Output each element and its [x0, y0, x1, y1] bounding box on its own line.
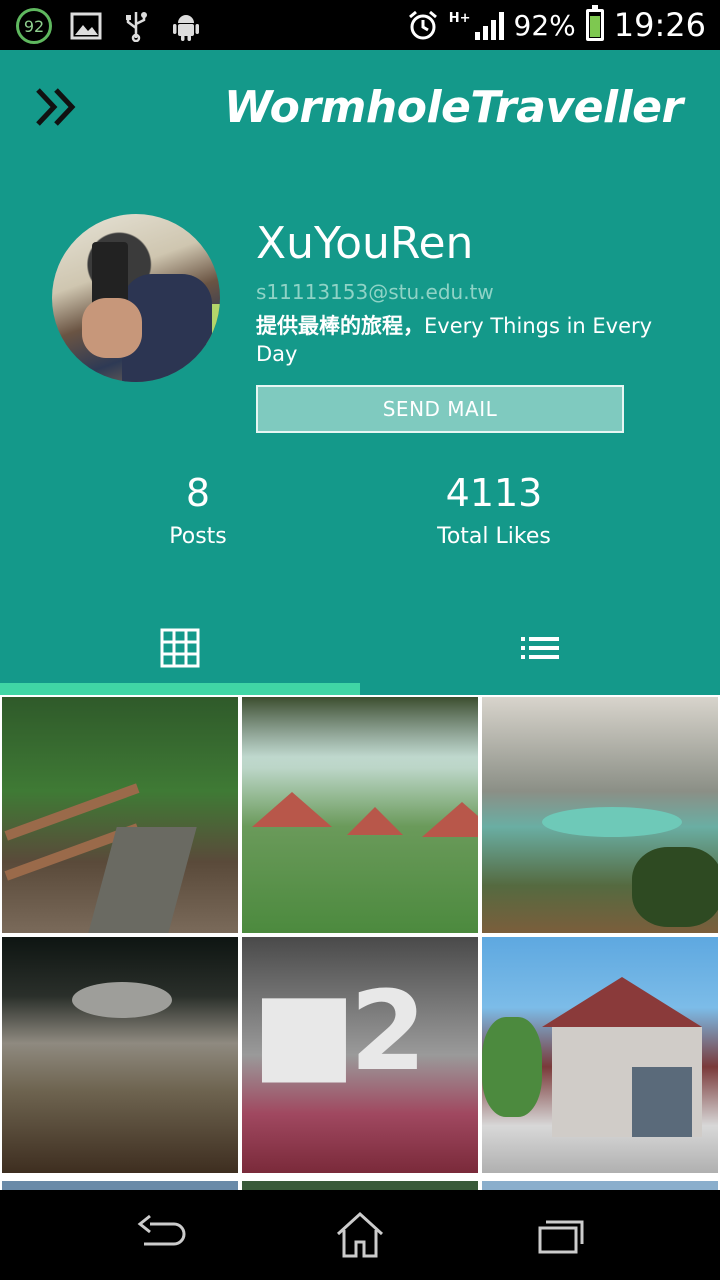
posts-label: Posts	[169, 524, 227, 549]
network-type: H+	[448, 11, 471, 26]
tab-indicator	[0, 683, 360, 695]
photo-partial-1[interactable]	[2, 1181, 238, 1190]
likes-label: Total Likes	[437, 524, 551, 549]
posts-count: 8	[185, 471, 211, 515]
photo-grid: ■2	[0, 695, 720, 1190]
system-nav-bar	[0, 1190, 720, 1280]
grid-icon	[160, 628, 200, 668]
stat-posts[interactable]: 8 Posts	[88, 470, 308, 549]
user-email[interactable]: s11113153@stu.edu.tw	[256, 280, 494, 304]
photo-partial-3[interactable]	[482, 1181, 718, 1190]
photo-garden-pavilions[interactable]	[242, 697, 478, 933]
recent-apps-icon[interactable]	[530, 1210, 590, 1260]
likes-count: 4113	[445, 471, 543, 515]
bio-chinese: 提供最棒的旅程，	[256, 314, 424, 338]
notification-badge-icon: 92	[16, 8, 52, 44]
user-name: XuYouRen	[256, 218, 474, 269]
app-title: WormholeTraveller	[224, 82, 683, 133]
double-chevron-right-icon[interactable]	[32, 82, 82, 132]
photo-railway-museum[interactable]	[482, 937, 718, 1173]
send-mail-button[interactable]: SEND MAIL	[256, 385, 624, 433]
photo-partial-2[interactable]	[242, 1181, 478, 1190]
list-icon	[521, 637, 559, 659]
alarm-icon	[408, 10, 437, 40]
notification-count: 92	[23, 16, 45, 36]
user-bio: 提供最棒的旅程，Every Things in Every Day	[256, 312, 696, 368]
profile-header: WormholeTraveller XuYouRen s11113153@stu…	[0, 50, 720, 695]
stat-likes[interactable]: 4113 Total Likes	[384, 470, 604, 549]
status-bar: 92 H+ 92% 19:26	[0, 0, 720, 50]
photo-graffiti-wall[interactable]: ■2	[242, 937, 478, 1173]
tab-grid[interactable]	[0, 610, 360, 686]
clock: 19:26	[613, 6, 706, 44]
usb-icon	[126, 12, 147, 42]
back-icon[interactable]	[130, 1210, 190, 1260]
battery-charging-icon	[585, 5, 604, 41]
home-icon[interactable]	[330, 1210, 390, 1260]
android-icon	[173, 15, 199, 41]
status-left-icons: 92	[16, 8, 202, 44]
photo-mud-crater[interactable]	[482, 697, 718, 933]
graffiti-shape: ■2	[252, 967, 426, 1095]
signal-icon: H+	[449, 10, 504, 40]
battery-percent: 92%	[513, 8, 576, 42]
avatar[interactable]	[52, 214, 220, 382]
status-right-icons: H+ 92% 19:26	[407, 5, 706, 44]
tab-list[interactable]	[360, 610, 720, 686]
image-icon	[70, 12, 102, 40]
photo-forest-boardwalk[interactable]	[2, 697, 238, 933]
photo-mud-bubble[interactable]	[2, 937, 238, 1173]
